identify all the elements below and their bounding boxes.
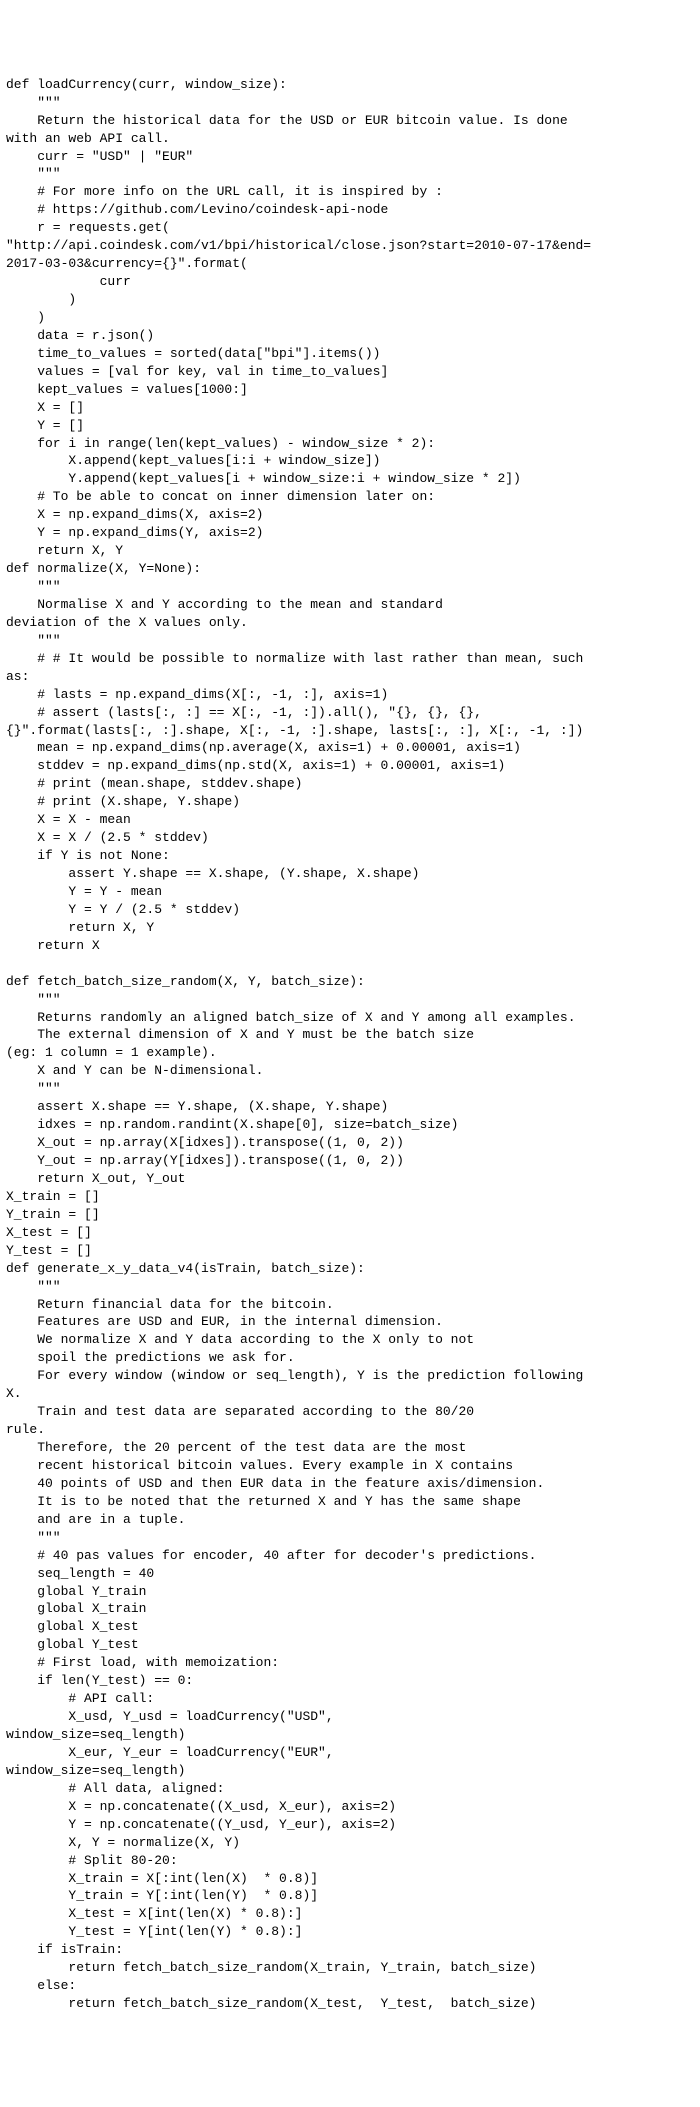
- code-block: def loadCurrency(curr, window_size): """…: [6, 76, 694, 2013]
- code-text: def loadCurrency(curr, window_size): """…: [6, 77, 591, 2011]
